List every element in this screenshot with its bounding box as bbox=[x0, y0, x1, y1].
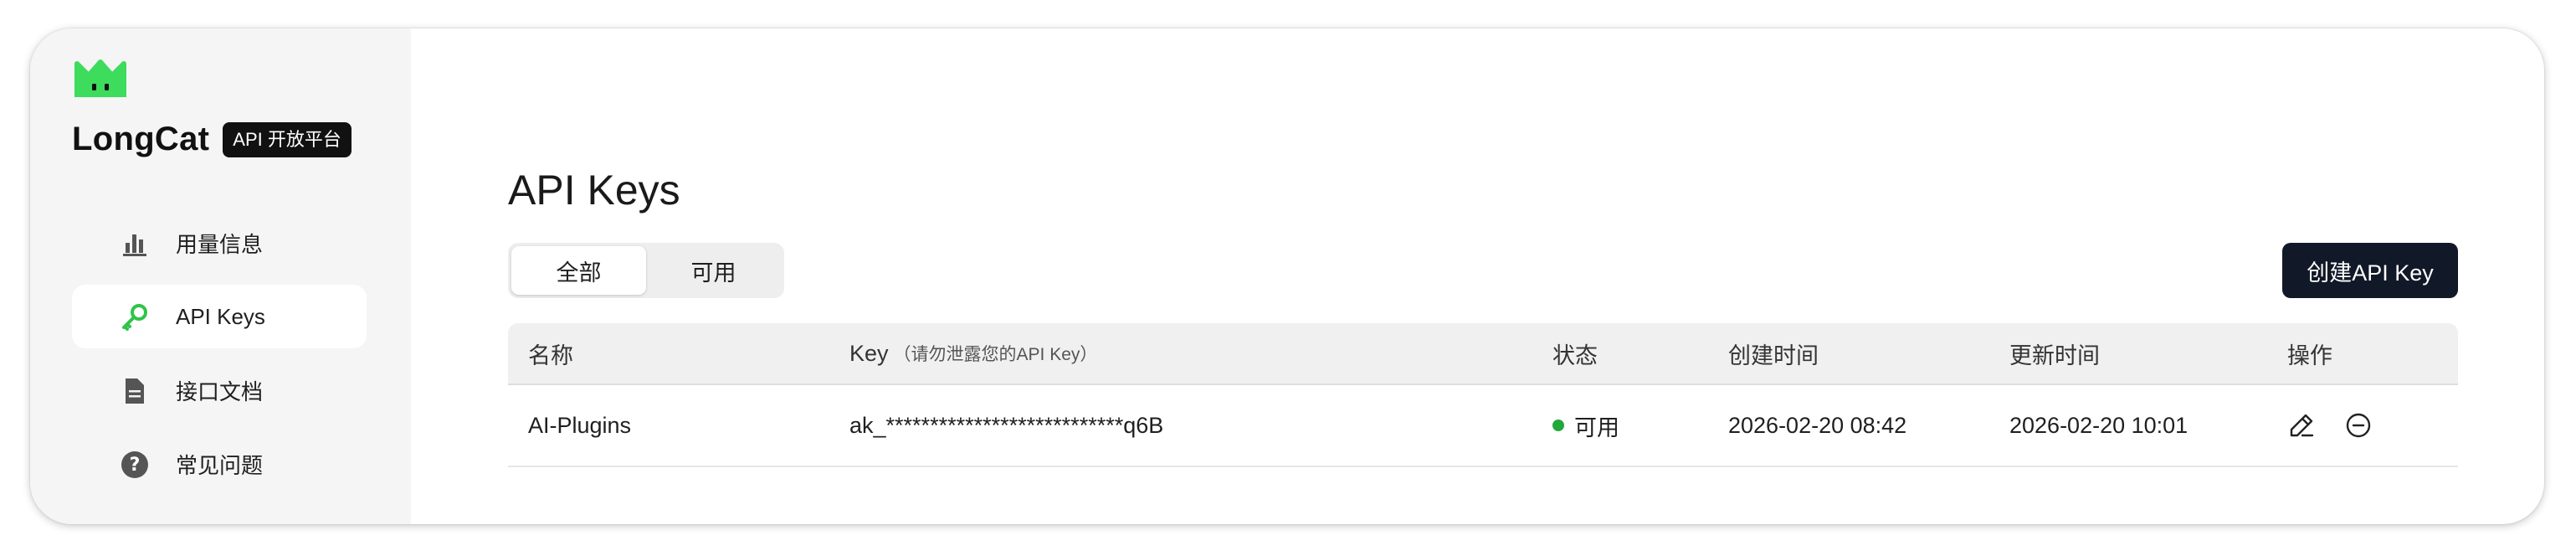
bar-chart-icon bbox=[123, 234, 146, 256]
created-time: 2026-02-20 08:42 bbox=[1728, 412, 1907, 438]
header-status: 状态 bbox=[1552, 342, 1598, 368]
table-header: 名称 Key （请勿泄露您的API Key） 状态 创建时间 更新时间 操作 bbox=[508, 323, 2458, 385]
filter-tab-all[interactable]: 全部 bbox=[511, 246, 646, 295]
sidebar-item-faq[interactable]: ? 常见问题 bbox=[72, 432, 367, 496]
brand: LongCat API 开放平台 bbox=[72, 121, 352, 158]
filter-tab-available[interactable]: 可用 bbox=[646, 246, 781, 295]
masked-key: ak_***************************q6B bbox=[849, 412, 1164, 438]
header-actions: 操作 bbox=[2287, 342, 2332, 368]
app-window: LongCat API 开放平台 用量信息 API Keys 接口文档 ? 常见… bbox=[30, 28, 2544, 524]
key-icon bbox=[122, 304, 147, 331]
brand-name: LongCat bbox=[72, 121, 210, 157]
sidebar: LongCat API 开放平台 用量信息 API Keys 接口文档 ? 常见… bbox=[30, 28, 411, 524]
svg-text:?: ? bbox=[130, 455, 141, 476]
edit-icon[interactable] bbox=[2287, 411, 2316, 440]
header-key-label: Key bbox=[849, 340, 889, 366]
sidebar-item-usage[interactable]: 用量信息 bbox=[72, 211, 367, 275]
sidebar-item-api-keys[interactable]: API Keys bbox=[72, 285, 367, 348]
create-api-key-button[interactable]: 创建API Key bbox=[2282, 243, 2458, 298]
updated-time: 2026-02-20 10:01 bbox=[2009, 412, 2189, 438]
help-circle-icon: ? bbox=[121, 451, 148, 478]
sidebar-item-label: API Keys bbox=[176, 303, 265, 329]
status-dot-icon bbox=[1552, 420, 1564, 431]
document-icon bbox=[126, 378, 144, 404]
main-content: API Keys 全部 可用 创建API Key 名称 Key （请勿泄露您的AP… bbox=[411, 28, 2544, 524]
brand-badge: API 开放平台 bbox=[223, 121, 352, 157]
header-created: 创建时间 bbox=[1728, 342, 1819, 368]
sidebar-item-label: 常见问题 bbox=[176, 452, 264, 478]
status-badge: 可用 bbox=[1552, 385, 1619, 466]
status-text: 可用 bbox=[1574, 414, 1619, 440]
status-filter: 全部 可用 bbox=[508, 243, 784, 298]
page-title: API Keys bbox=[508, 166, 680, 214]
disable-icon[interactable] bbox=[2344, 411, 2373, 440]
header-key-note: （请勿泄露您的API Key） bbox=[893, 345, 1098, 364]
header-updated: 更新时间 bbox=[2009, 342, 2100, 368]
key-name: AI-Plugins bbox=[528, 412, 632, 438]
header-key: Key （请勿泄露您的API Key） bbox=[849, 323, 1097, 384]
sidebar-item-docs[interactable]: 接口文档 bbox=[72, 358, 367, 422]
sidebar-item-label: 接口文档 bbox=[176, 378, 264, 404]
api-keys-table: 名称 Key （请勿泄露您的API Key） 状态 创建时间 更新时间 操作 AI… bbox=[508, 323, 2458, 467]
header-name: 名称 bbox=[528, 342, 573, 368]
longcat-logo-icon bbox=[74, 59, 126, 97]
table-row: AI-Plugins ak_**************************… bbox=[508, 385, 2458, 467]
row-actions bbox=[2287, 385, 2373, 466]
sidebar-item-label: 用量信息 bbox=[176, 231, 264, 257]
